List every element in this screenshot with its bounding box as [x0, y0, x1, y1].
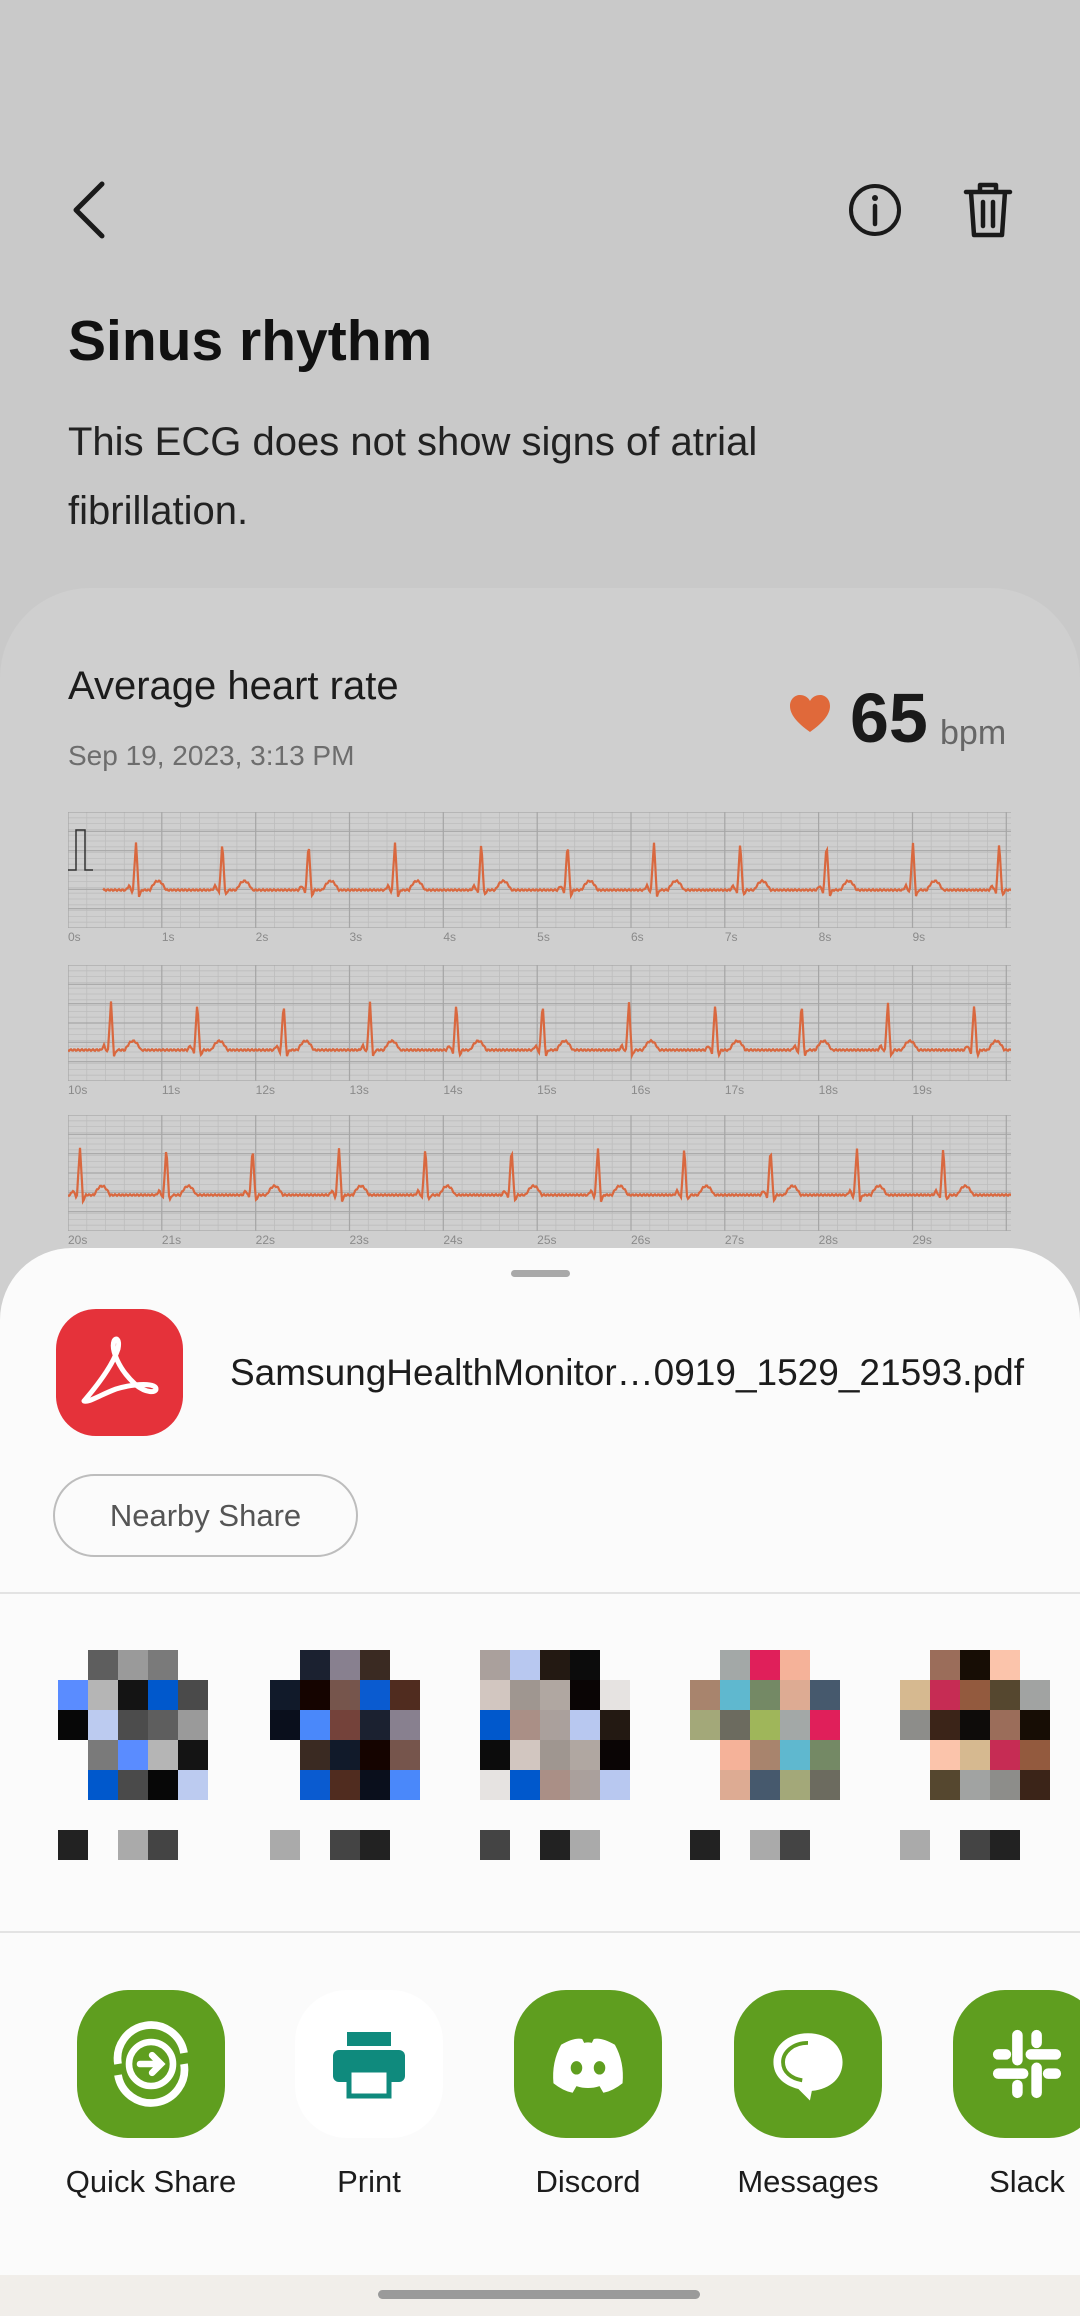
- app-quick-share[interactable]: Quick Share: [51, 1990, 251, 2200]
- recording-date: Sep 19, 2023, 3:13 PM: [68, 740, 355, 771]
- heart-icon: [790, 695, 830, 732]
- contact-avatar[interactable]: [480, 1650, 660, 1890]
- quick-share-icon: [77, 1990, 225, 2138]
- trash-icon[interactable]: [962, 180, 1014, 240]
- ecg-tick-label: 15s: [537, 1083, 557, 1097]
- heart-rate-unit: bpm: [940, 714, 1007, 752]
- ecg-tick-label: 16s: [630, 1083, 651, 1097]
- ecg-tick-label: 0s: [68, 930, 81, 944]
- printer-icon: [295, 1990, 443, 2138]
- home-indicator[interactable]: [378, 2290, 700, 2299]
- file-name: SamsungHealthMonitor…0919_1529_21593.pdf: [230, 1352, 1025, 1393]
- ecg-tick-label: 19s: [912, 1083, 932, 1097]
- ecg-tick-label: 11s: [161, 1083, 181, 1097]
- ecg-tick-label: 12s: [255, 1083, 276, 1097]
- contact-avatar[interactable]: [270, 1650, 450, 1890]
- result-title: Sinus rhythm: [68, 309, 433, 373]
- info-icon[interactable]: [847, 182, 903, 238]
- app-label: Messages: [737, 2164, 879, 2199]
- ecg-tick-label: 3s: [349, 930, 363, 944]
- sheet-drag-handle[interactable]: [511, 1270, 570, 1277]
- ecg-tick-label: 24s: [443, 1233, 463, 1247]
- ecg-tick-label: 20s: [68, 1233, 88, 1247]
- app-label: Discord: [535, 2164, 641, 2199]
- app-messages[interactable]: Messages: [708, 1990, 908, 2200]
- ecg-tick-label: 7s: [724, 930, 738, 944]
- app-label: Slack: [989, 2164, 1065, 2199]
- ecg-strip-1: [68, 812, 1011, 928]
- contact-avatar[interactable]: [900, 1650, 1080, 1890]
- app-slack[interactable]: Slack: [927, 1990, 1080, 2200]
- ecg-strip-3: [68, 1115, 1011, 1231]
- ecg-tick-label: 13s: [349, 1083, 369, 1097]
- ecg-ticks-2: 10s 11s 12s 13s 14s 15s 16s 17s 18s 19s: [68, 1083, 1011, 1103]
- ecg-tick-label: 23s: [349, 1233, 369, 1247]
- ecg-tick-label: 8s: [818, 930, 832, 944]
- ecg-tick-label: 21s: [161, 1233, 182, 1247]
- app-print[interactable]: Print: [269, 1990, 469, 2200]
- ecg-tick-label: 6s: [630, 930, 644, 944]
- ecg-tick-label: 14s: [443, 1083, 463, 1097]
- slack-icon: [953, 1990, 1080, 2138]
- discord-icon: [514, 1990, 662, 2138]
- ecg-tick-label: 9s: [912, 930, 926, 944]
- ecg-tick-label: 26s: [630, 1233, 651, 1247]
- average-heart-rate-label: Average heart rate: [68, 664, 399, 708]
- messages-icon: [734, 1990, 882, 2138]
- ecg-strip-2: [68, 965, 1011, 1081]
- ecg-tick-label: 18s: [818, 1083, 838, 1097]
- ecg-tick-label: 22s: [255, 1233, 276, 1247]
- app-label: Print: [337, 2164, 401, 2199]
- adobe-acrobat-icon: [56, 1309, 183, 1436]
- ecg-tick-label: 4s: [443, 930, 456, 944]
- app-label: Quick Share: [65, 2164, 237, 2199]
- divider: [0, 1931, 1080, 1933]
- divider: [0, 1592, 1080, 1594]
- ecg-ticks-1: 0s 1s 2s 3s 4s 5s 6s 7s 8s 9s: [68, 930, 1011, 950]
- back-chevron-icon[interactable]: [62, 178, 118, 242]
- ecg-tick-label: 28s: [818, 1233, 838, 1247]
- contact-avatar[interactable]: [58, 1650, 238, 1890]
- contact-avatar[interactable]: [690, 1650, 870, 1890]
- ecg-tick-label: 5s: [537, 930, 550, 944]
- ecg-tick-label: 17s: [724, 1083, 745, 1097]
- result-description: This ECG does not show signs of atrial f…: [68, 420, 758, 533]
- nearby-share-button[interactable]: Nearby Share: [53, 1474, 358, 1557]
- ecg-tick-label: 2s: [255, 930, 269, 944]
- app-discord[interactable]: Discord: [488, 1990, 688, 2200]
- ecg-tick-label: 29s: [912, 1233, 932, 1247]
- heart-rate-value: 65: [850, 679, 928, 757]
- ecg-tick-label: 10s: [68, 1083, 88, 1097]
- ecg-tick-label: 1s: [161, 930, 175, 944]
- ecg-tick-label: 25s: [537, 1233, 557, 1247]
- ecg-tick-label: 27s: [724, 1233, 745, 1247]
